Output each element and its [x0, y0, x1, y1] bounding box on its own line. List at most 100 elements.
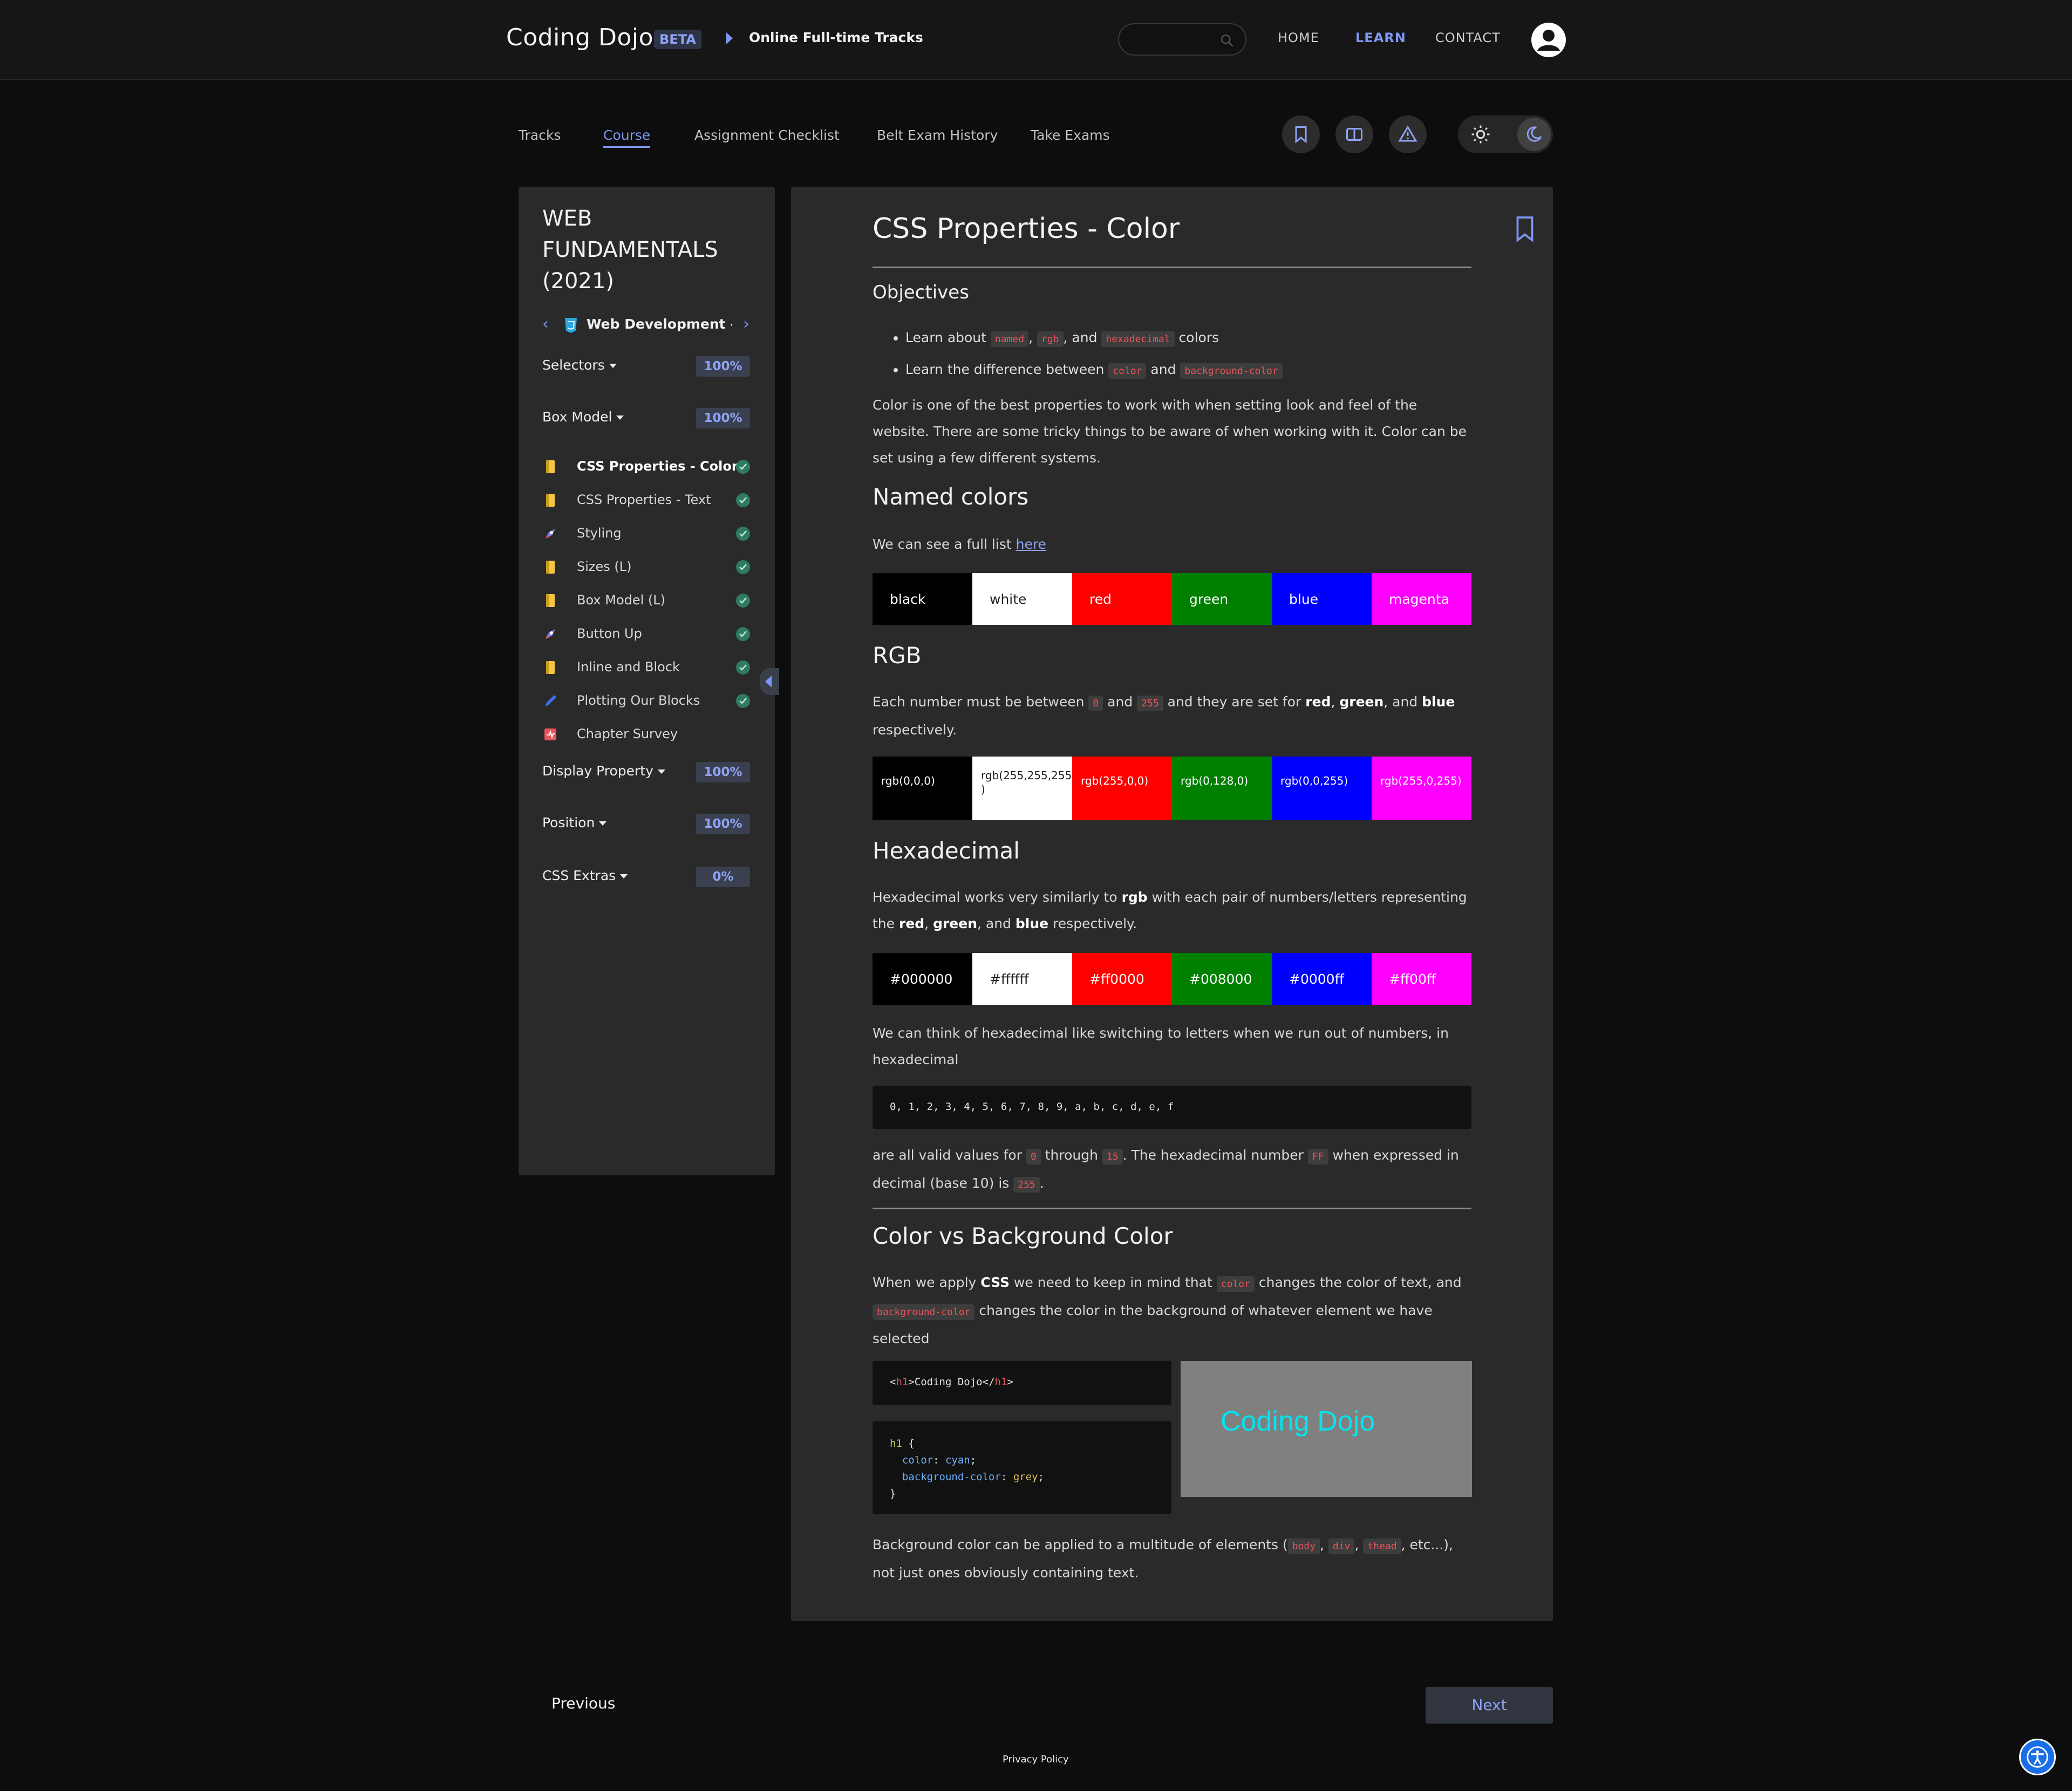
- rocket-icon: [542, 626, 558, 642]
- sidebar-lesson-item[interactable]: CSS Properties - Color: [542, 457, 750, 478]
- check-circle-icon: [736, 694, 750, 708]
- caret-down-icon: [616, 416, 624, 420]
- tab-belt-exam-history[interactable]: Belt Exam History: [877, 127, 998, 143]
- sidebar-lesson-item[interactable]: Chapter Survey: [542, 724, 750, 746]
- swatch-hex-red: #ff0000: [1072, 953, 1172, 1005]
- bookmark-page-icon[interactable]: [1515, 216, 1535, 242]
- lesson-label: Box Model (L): [577, 593, 666, 608]
- user-avatar-icon[interactable]: [1530, 22, 1567, 58]
- named-swatches: black white red green blue magenta: [873, 573, 1471, 625]
- section-selectors[interactable]: Selectors 100%: [542, 356, 750, 379]
- swatch-rgb-red: rgb(255,0,0): [1072, 757, 1172, 820]
- swatch-hex-black: #000000: [873, 953, 972, 1005]
- hex-text: Hexadecimal works very similarly to rgb …: [873, 889, 1467, 931]
- caret-down-icon: [609, 364, 617, 368]
- sun-icon[interactable]: [1471, 125, 1490, 144]
- next-button[interactable]: Next: [1426, 1687, 1553, 1724]
- accessibility-icon: [2027, 1746, 2048, 1768]
- sidebar-lesson-item[interactable]: Inline and Block: [542, 657, 750, 679]
- hex-text-3: are all valid values for 0 through 15. T…: [873, 1142, 1471, 1198]
- breadcrumb-tracks[interactable]: Online Full-time Tracks: [749, 30, 923, 45]
- tab-course[interactable]: Course: [603, 127, 651, 148]
- demo-heading: Coding Dojo: [1221, 1406, 1375, 1437]
- chapter-title[interactable]: Web Development -...: [587, 316, 732, 332]
- rgb-heading: RGB: [873, 642, 922, 669]
- bookmarks-button[interactable]: [1282, 115, 1320, 153]
- caret-down-icon: [657, 769, 665, 774]
- progress-badge: 0%: [696, 867, 750, 887]
- rgb-swatches: rgb(0,0,0) rgb(255,255,255 ) rgb(255,0,0…: [873, 757, 1471, 820]
- report-issue-button[interactable]: [1389, 115, 1427, 153]
- previous-button[interactable]: Previous: [551, 1694, 615, 1712]
- nav-contact[interactable]: CONTACT: [1435, 30, 1501, 45]
- color-vs-bg-text: When we apply CSS we need to keep in min…: [873, 1275, 1462, 1346]
- check-circle-icon: [736, 460, 750, 474]
- intro-paragraph: Color is one of the best properties to w…: [873, 397, 1467, 466]
- sidebar-lesson-item[interactable]: Button Up: [542, 624, 750, 645]
- document-icon: [542, 459, 558, 475]
- hex-text-2: We can think of hexadecimal like switchi…: [873, 1025, 1449, 1067]
- tab-tracks[interactable]: Tracks: [519, 127, 561, 143]
- list-item: Learn the difference between color and b…: [905, 355, 1283, 386]
- caret-down-icon: [620, 874, 628, 879]
- nav-learn[interactable]: LEARN: [1355, 30, 1406, 45]
- swatch-hex-blue: #0000ff: [1272, 953, 1372, 1005]
- privacy-policy-link[interactable]: Privacy Policy: [1003, 1754, 1069, 1765]
- progress-badge: 100%: [696, 356, 750, 377]
- swatch-green: green: [1172, 573, 1272, 625]
- pencil-icon: [542, 693, 558, 709]
- check-circle-icon: [736, 660, 750, 675]
- sidebar-lesson-item[interactable]: Sizes (L): [542, 557, 750, 578]
- beta-badge: BETA: [654, 30, 701, 49]
- swatch-hex-green: #008000: [1172, 953, 1272, 1005]
- page-title: CSS Properties - Color: [873, 213, 1180, 245]
- lesson-label: Button Up: [577, 626, 642, 641]
- swatch-white: white: [972, 573, 1072, 625]
- dark-mode-button[interactable]: [1517, 118, 1551, 151]
- swatch-black: black: [873, 573, 972, 625]
- bookmark-icon: [1295, 126, 1307, 144]
- theme-toggle[interactable]: [1458, 115, 1553, 153]
- named-colors-heading: Named colors: [873, 483, 1029, 510]
- objectives-heading: Objectives: [873, 282, 969, 303]
- check-circle-icon: [736, 493, 750, 507]
- chevron-right-icon[interactable]: ›: [743, 316, 749, 332]
- section-display-property[interactable]: Display Property 100%: [542, 762, 750, 785]
- swatch-hex-white: #ffffff: [972, 953, 1072, 1005]
- lesson-label: CSS Properties - Text: [577, 492, 711, 507]
- chevron-left-icon[interactable]: ‹: [542, 316, 549, 332]
- section-label: CSS Extras: [542, 868, 616, 883]
- swatch-rgb-magenta: rgb(255,0,255): [1372, 757, 1471, 820]
- course-title: WEB FUNDAMENTALS (2021): [542, 206, 718, 294]
- swatch-rgb-green: rgb(0,128,0): [1172, 757, 1272, 820]
- caret-down-icon: [599, 821, 607, 826]
- css3-icon: [565, 318, 577, 333]
- lesson-label: CSS Properties - Color: [577, 459, 738, 474]
- progress-badge: 100%: [696, 814, 750, 834]
- objectives-list: Learn about named, rgb, and hexadecimal …: [890, 323, 1283, 386]
- survey-icon: [542, 726, 558, 743]
- tab-take-exams[interactable]: Take Exams: [1031, 127, 1110, 143]
- sidebar-lesson-item[interactable]: Styling: [542, 523, 750, 545]
- collapse-sidebar-button[interactable]: [760, 668, 779, 695]
- progress-badge: 100%: [696, 408, 750, 428]
- nav-home[interactable]: HOME: [1278, 30, 1319, 45]
- sidebar-lesson-item[interactable]: Box Model (L): [542, 590, 750, 612]
- section-label: Selectors: [542, 357, 605, 373]
- notes-button[interactable]: [1335, 115, 1373, 153]
- sidebar-lesson-item[interactable]: Plotting Our Blocks: [542, 691, 750, 712]
- full-list-link[interactable]: here: [1016, 536, 1046, 552]
- section-position[interactable]: Position 100%: [542, 814, 750, 836]
- breadcrumb-caret-icon: [726, 32, 733, 44]
- search-input[interactable]: [1118, 23, 1246, 56]
- accessibility-button[interactable]: [2019, 1739, 2056, 1775]
- tab-assignment-checklist[interactable]: Assignment Checklist: [694, 127, 840, 143]
- brand-logo[interactable]: Coding Dojo: [506, 24, 653, 51]
- rgb-text: Each number must be between 0 and 255 an…: [873, 694, 1455, 738]
- sidebar-lesson-item[interactable]: CSS Properties - Text: [542, 490, 750, 512]
- lesson-label: Chapter Survey: [577, 726, 678, 741]
- check-circle-icon: [736, 527, 750, 541]
- section-box-model[interactable]: Box Model 100%: [542, 408, 750, 431]
- section-css-extras[interactable]: CSS Extras 0%: [542, 867, 750, 889]
- section-label: Box Model: [542, 409, 612, 425]
